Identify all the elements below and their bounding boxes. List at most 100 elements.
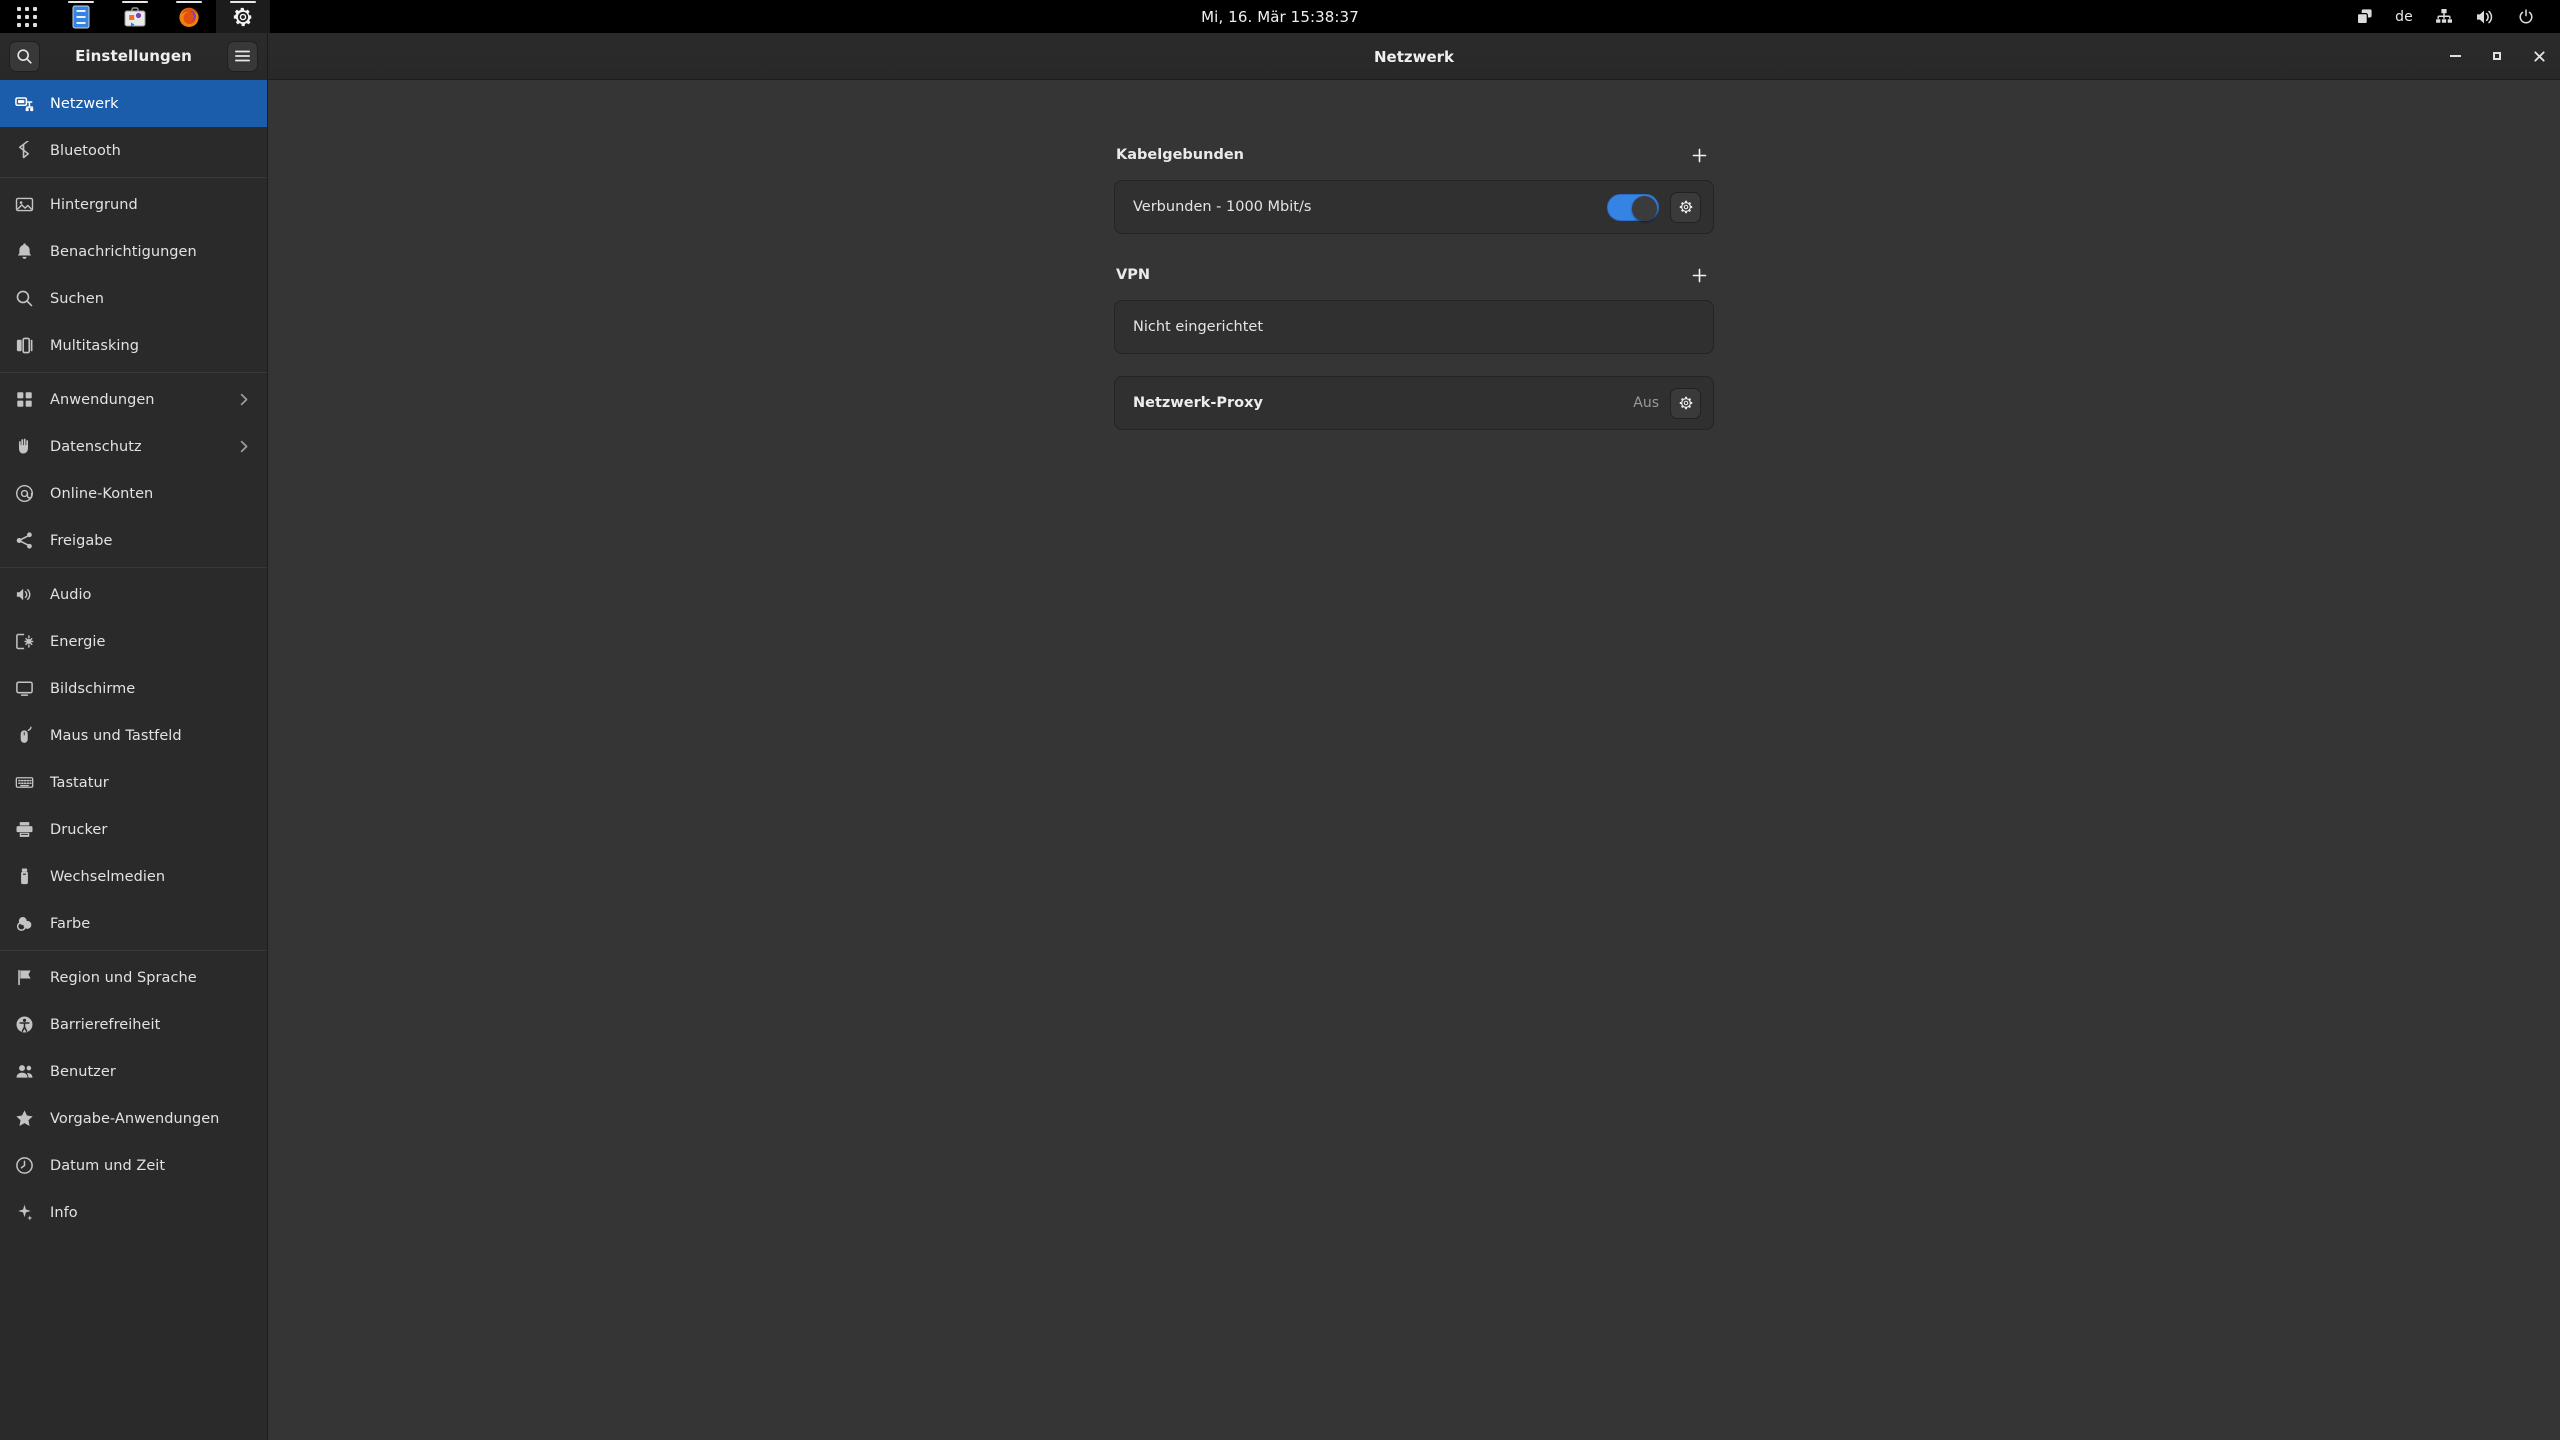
wired-section-header: Kabelgebunden (1114, 142, 1714, 168)
keyboard-icon (14, 772, 35, 793)
sidebar-item-datum-und-zeit[interactable]: Datum und Zeit (0, 1142, 267, 1189)
running-indicator (176, 1, 202, 3)
sidebar-item-freigabe[interactable]: Freigabe (0, 517, 267, 564)
windows-stack-icon[interactable] (2345, 0, 2384, 33)
sidebar-item-benachrichtigungen[interactable]: Benachrichtigungen (0, 228, 267, 275)
clock[interactable]: Mi, 16. Mär 15:38:37 (1201, 8, 1359, 26)
sidebar-item-label: Farbe (50, 915, 91, 932)
running-indicator (68, 1, 94, 3)
info-sparkle-icon (14, 1202, 35, 1223)
clock-icon (14, 1155, 35, 1176)
taskbar-app-text-editor[interactable] (54, 0, 108, 33)
minimize-icon (2449, 55, 2461, 57)
mouse-icon (14, 725, 35, 746)
wired-connection-toggle[interactable] (1607, 193, 1659, 221)
vpn-card: Nicht eingerichtet (1114, 300, 1714, 354)
taskbar-app-firefox[interactable] (162, 0, 216, 33)
minimize-button[interactable] (2434, 33, 2476, 80)
bluetooth-icon (14, 140, 35, 161)
add-wired-connection-button[interactable] (1686, 142, 1712, 168)
volume-icon[interactable] (2464, 0, 2506, 33)
sidebar-separator (0, 177, 267, 178)
sidebar-item-label: Vorgabe-Anwendungen (50, 1110, 220, 1127)
vpn-section-header: VPN (1114, 262, 1714, 288)
sidebar-item-label: Suchen (50, 290, 104, 307)
wired-section-title: Kabelgebunden (1116, 147, 1244, 163)
sidebar-item-audio[interactable]: Audio (0, 571, 267, 618)
sidebar-item-barrierefreiheit[interactable]: Barrierefreiheit (0, 1001, 267, 1048)
main-menu-button[interactable] (227, 40, 258, 72)
accessibility-icon (14, 1014, 35, 1035)
taskbar-app-settings[interactable] (216, 0, 270, 33)
software-center-icon (123, 6, 147, 28)
battery-power-icon (14, 631, 35, 652)
sidebar-item-hintergrund[interactable]: Hintergrund (0, 181, 267, 228)
page-title-wrap: Netzwerk (268, 47, 2560, 66)
sidebar-item-anwendungen[interactable]: Anwendungen (0, 376, 267, 423)
sidebar-item-drucker[interactable]: Drucker (0, 806, 267, 853)
sidebar-item-bildschirme[interactable]: Bildschirme (0, 665, 267, 712)
power-icon[interactable] (2506, 0, 2546, 33)
sidebar-item-online-konten[interactable]: Online-Konten (0, 470, 267, 517)
vpn-empty-label: Nicht eingerichtet (1133, 319, 1264, 335)
app-title: Einstellungen (75, 47, 192, 65)
network-proxy-label: Netzwerk-Proxy (1133, 395, 1263, 411)
sidebar-item-label: Energie (50, 633, 106, 650)
keyboard-layout-indicator[interactable]: de (2384, 0, 2424, 33)
sidebar-item-benutzer[interactable]: Benutzer (0, 1048, 267, 1095)
sidebar-item-wechselmedien[interactable]: Wechselmedien (0, 853, 267, 900)
sidebar-item-region-und-sprache[interactable]: Region und Sprache (0, 954, 267, 1001)
sidebar-separator (0, 372, 267, 373)
sidebar-item-energie[interactable]: Energie (0, 618, 267, 665)
page-title: Netzwerk (1373, 47, 1455, 66)
close-button[interactable] (2518, 33, 2560, 80)
sidebar-item-netzwerk[interactable]: Netzwerk (0, 80, 267, 127)
wired-connection-status: Verbunden - 1000 Mbit/s (1133, 199, 1312, 215)
sidebar-item-tastatur[interactable]: Tastatur (0, 759, 267, 806)
sidebar-item-farbe[interactable]: Farbe (0, 900, 267, 947)
sidebar-item-bluetooth[interactable]: Bluetooth (0, 127, 267, 174)
topbar-left-group (0, 0, 270, 33)
sidebar-item-suchen[interactable]: Suchen (0, 275, 267, 322)
search-button[interactable] (9, 40, 40, 72)
network-proxy-settings-button[interactable] (1670, 387, 1701, 419)
wired-connection-settings-button[interactable] (1670, 191, 1701, 223)
close-icon (2533, 50, 2546, 63)
sidebar-item-datenschutz[interactable]: Datenschutz (0, 423, 267, 470)
sidebar-item-maus-und-tastfeld[interactable]: Maus und Tastfeld (0, 712, 267, 759)
star-icon (14, 1108, 35, 1129)
maximize-button[interactable] (2476, 33, 2518, 80)
toggle-knob (1632, 195, 1657, 221)
firefox-icon (177, 5, 201, 29)
color-icon (14, 913, 35, 934)
sidebar-item-info[interactable]: Info (0, 1189, 267, 1236)
network-proxy-row[interactable]: Netzwerk-Proxy Aus (1115, 377, 1713, 429)
sidebar-item-label: Freigabe (50, 532, 113, 549)
sidebar-item-vorgabe-anwendungen[interactable]: Vorgabe-Anwendungen (0, 1095, 267, 1142)
sidebar-header: Einstellungen (0, 33, 268, 80)
sidebar-item-label: Region und Sprache (50, 969, 197, 986)
sidebar-item-label: Bildschirme (50, 680, 136, 697)
network-wired-icon[interactable] (2424, 0, 2464, 33)
maximize-icon (2493, 52, 2501, 60)
share-icon (14, 530, 35, 551)
keyboard-layout-label: de (2395, 8, 2413, 25)
wired-connection-row[interactable]: Verbunden - 1000 Mbit/s (1115, 181, 1713, 233)
app-grid-icon (17, 6, 37, 27)
sidebar-item-multitasking[interactable]: Multitasking (0, 322, 267, 369)
sidebar-item-label: Audio (50, 586, 92, 603)
window-header-bar: Einstellungen Netzwerk (0, 33, 2560, 80)
add-vpn-button[interactable] (1686, 262, 1712, 288)
settings-sidebar[interactable]: Netzwerk Bluetooth Hintergrund Benachric… (0, 80, 268, 1440)
display-icon (14, 678, 35, 699)
activities-button[interactable] (0, 0, 54, 33)
system-top-bar: Mi, 16. Mär 15:38:37 de (0, 0, 2560, 33)
bell-icon (14, 241, 35, 262)
taskbar-app-software[interactable] (108, 0, 162, 33)
plus-icon (1691, 147, 1708, 164)
sidebar-separator (0, 950, 267, 951)
sidebar-item-label: Wechselmedien (50, 868, 166, 885)
sidebar-item-label: Netzwerk (50, 95, 119, 112)
